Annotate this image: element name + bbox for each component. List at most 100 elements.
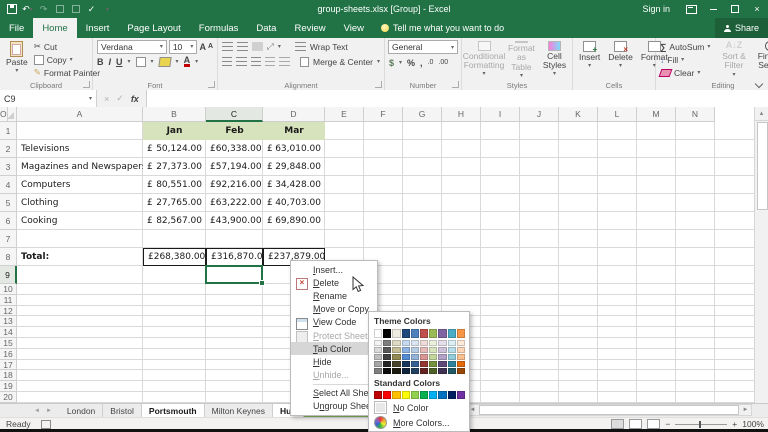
row-header-7[interactable]: 7	[0, 230, 17, 248]
sheet-tab-portsmouth[interactable]: Portsmouth	[142, 404, 205, 417]
standard-color-swatch[interactable]	[411, 391, 419, 399]
horizontal-scroll-thumb[interactable]	[479, 405, 739, 415]
accounting-format-button[interactable]: $	[389, 58, 394, 68]
borders-button[interactable]	[136, 57, 146, 67]
tell-me-box[interactable]: Tell me what you want to do	[381, 18, 504, 38]
row-header-12[interactable]: 12	[0, 306, 17, 317]
number-dialog-launcher[interactable]	[452, 81, 459, 88]
cancel-button[interactable]: ×	[104, 94, 109, 104]
copy-button[interactable]: Copy▾	[33, 53, 101, 66]
theme-color-variant-swatch[interactable]	[374, 340, 382, 346]
cell-D4[interactable]: £34,428.00	[263, 176, 325, 194]
bottom-align-button[interactable]	[252, 42, 263, 51]
cell-A3[interactable]: Magazines and Newspapers	[17, 158, 143, 176]
formula-input[interactable]	[147, 90, 768, 107]
row-header-6[interactable]: 6	[0, 212, 17, 230]
increase-decimal-button[interactable]: .0	[428, 59, 434, 66]
theme-color-variant-swatch[interactable]	[448, 361, 456, 367]
theme-color-variant-swatch[interactable]	[383, 340, 391, 346]
theme-color-variant-swatch[interactable]	[392, 354, 400, 360]
underline-button[interactable]: U	[116, 57, 123, 67]
theme-color-variant-swatch[interactable]	[457, 347, 465, 353]
theme-color-swatch[interactable]	[411, 329, 419, 338]
tab-view[interactable]: View	[335, 18, 373, 38]
page-layout-view-button[interactable]	[629, 419, 642, 429]
next-sheet-arrow[interactable]: ►	[46, 408, 52, 414]
standard-color-swatch[interactable]	[383, 391, 391, 399]
cell-D5[interactable]: £40,703.00	[263, 194, 325, 212]
italic-button[interactable]: I	[109, 57, 112, 67]
fill-handle[interactable]	[259, 280, 265, 286]
sign-in-link[interactable]: Sign in	[632, 4, 680, 14]
theme-color-variant-swatch[interactable]	[411, 347, 419, 353]
column-header-K[interactable]: K	[559, 107, 598, 122]
autosum-button[interactable]: ∑AutoSum▾	[659, 40, 715, 53]
standard-color-swatch[interactable]	[420, 391, 428, 399]
row-header-17[interactable]: 17	[0, 360, 17, 371]
theme-color-variant-swatch[interactable]	[374, 361, 382, 367]
conditional-formatting-button[interactable]: Conditional Formatting▾	[465, 40, 503, 79]
theme-color-variant-swatch[interactable]	[383, 354, 391, 360]
theme-color-variant-swatch[interactable]	[457, 361, 465, 367]
column-header-F[interactable]: F	[364, 107, 403, 122]
format-as-table-button[interactable]: Format as Table▾	[505, 40, 538, 79]
theme-color-variant-swatch[interactable]	[374, 368, 382, 374]
theme-color-variant-swatch[interactable]	[448, 347, 456, 353]
zoom-level[interactable]: 100%	[742, 419, 764, 429]
zoom-out-button[interactable]: −	[665, 419, 670, 429]
column-header-L[interactable]: L	[598, 107, 637, 122]
theme-color-variant-swatch[interactable]	[420, 354, 428, 360]
theme-color-variant-swatch[interactable]	[457, 340, 465, 346]
menu-item-tab-color[interactable]: Tab Color▶	[291, 342, 377, 355]
horizontal-scrollbar[interactable]: ◄ ►	[466, 404, 752, 416]
increase-indent-button[interactable]	[279, 57, 289, 66]
orientation-button[interactable]: ⤢	[267, 41, 274, 52]
row-header-5[interactable]: 5	[0, 194, 17, 212]
cell-B3[interactable]: £27,373.00	[143, 158, 206, 176]
theme-color-variant-swatch[interactable]	[448, 354, 456, 360]
macro-record-icon[interactable]	[41, 420, 51, 429]
cell-A8[interactable]: Total:	[17, 248, 143, 266]
normal-view-button[interactable]	[611, 419, 624, 429]
share-button[interactable]: Share	[715, 18, 768, 38]
cell-C6[interactable]: £43,900.00	[206, 212, 263, 230]
theme-color-variant-swatch[interactable]	[438, 361, 446, 367]
selected-cell-C9[interactable]	[205, 265, 263, 284]
menu-item-hide[interactable]: Hide	[291, 355, 377, 368]
theme-color-variant-swatch[interactable]	[438, 347, 446, 353]
close-button[interactable]: ×	[746, 0, 768, 18]
theme-color-variant-swatch[interactable]	[402, 347, 410, 353]
cell-A5[interactable]: Clothing	[17, 194, 143, 212]
cell-A2[interactable]: Televisions	[17, 140, 143, 158]
standard-color-swatch[interactable]	[374, 391, 382, 399]
cell-B1[interactable]: Jan	[143, 122, 206, 140]
theme-color-swatch[interactable]	[457, 329, 465, 338]
alignment-dialog-launcher[interactable]	[375, 81, 382, 88]
grow-font-button[interactable]: A	[199, 42, 206, 52]
theme-color-variant-swatch[interactable]	[420, 340, 428, 346]
decrease-decimal-button[interactable]: .00	[438, 59, 448, 66]
theme-color-variant-swatch[interactable]	[448, 340, 456, 346]
vertical-scroll-thumb[interactable]	[757, 122, 768, 210]
theme-color-variant-swatch[interactable]	[429, 354, 437, 360]
cell-C4[interactable]: £92,216.00	[206, 176, 263, 194]
tab-file[interactable]: File	[0, 18, 33, 38]
merge-center-button[interactable]: Merge & Center	[313, 57, 373, 67]
theme-color-variant-swatch[interactable]	[411, 354, 419, 360]
cut-button[interactable]: ✂Cut	[33, 40, 101, 53]
column-header-I[interactable]: I	[481, 107, 520, 122]
row-header-13[interactable]: 13	[0, 316, 17, 327]
name-box[interactable]: C9 ▾	[0, 90, 97, 107]
row-header-8[interactable]: 8	[0, 248, 17, 266]
row-header-18[interactable]: 18	[0, 370, 17, 381]
column-header-G[interactable]: G	[403, 107, 442, 122]
row-header-14[interactable]: 14	[0, 327, 17, 338]
cell-D3[interactable]: £29,848.00	[263, 158, 325, 176]
menu-item-select-all-sheets[interactable]: Select All Sheets	[291, 387, 377, 400]
percent-style-button[interactable]: %	[407, 58, 415, 68]
theme-color-variant-swatch[interactable]	[402, 354, 410, 360]
column-header-M[interactable]: M	[637, 107, 676, 122]
menu-item-more-colors[interactable]: More Colors...	[374, 416, 464, 429]
minimize-button[interactable]	[702, 0, 724, 18]
qat-extra-button-2[interactable]	[70, 4, 81, 15]
